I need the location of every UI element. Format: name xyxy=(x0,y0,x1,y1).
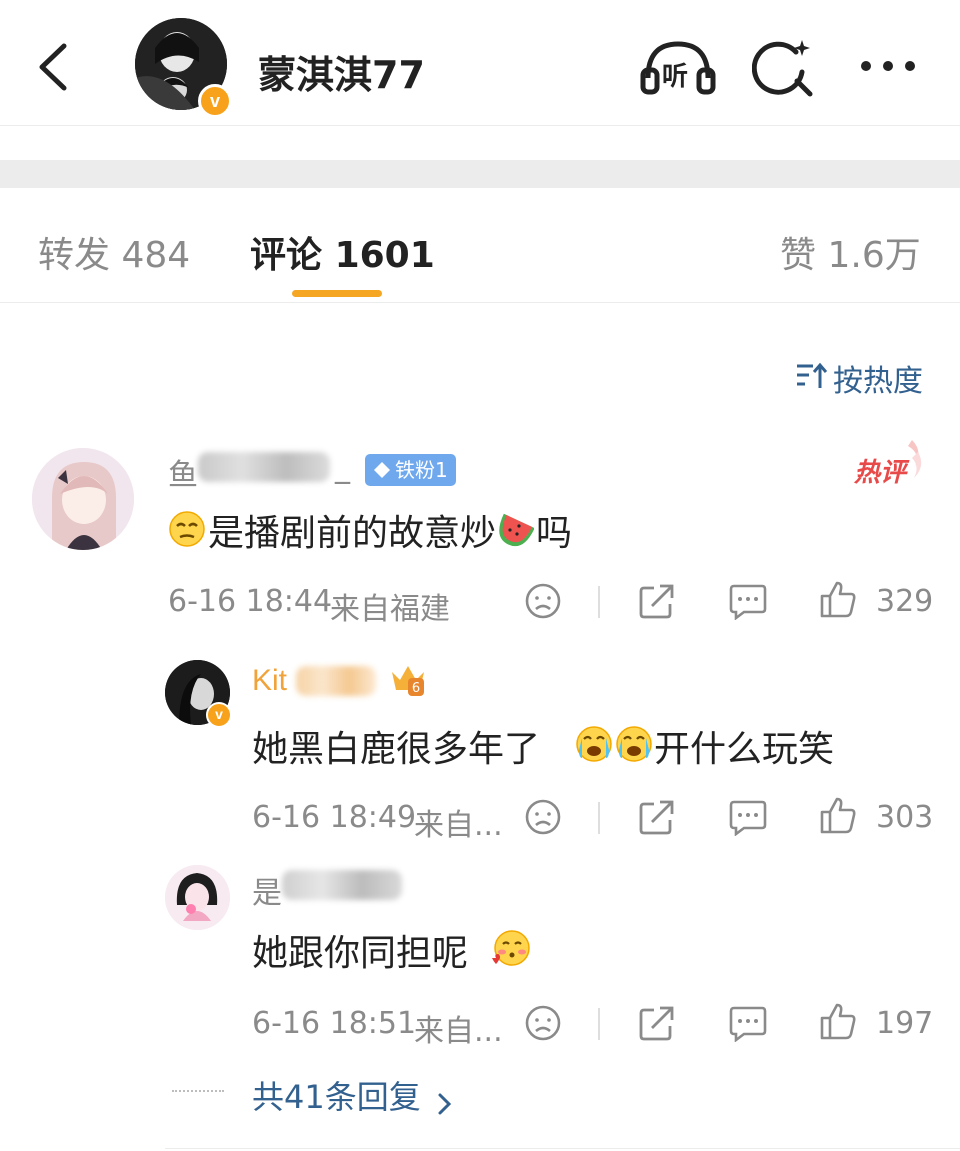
like-count: 303 xyxy=(876,800,934,835)
tab-repost-count: 484 xyxy=(121,235,191,276)
reply-nickname[interactable]: 是 xyxy=(252,868,282,912)
commenter-nickname-visible: 鱼 xyxy=(168,458,198,493)
sort-icon xyxy=(795,362,827,390)
section-gap xyxy=(0,160,960,188)
search-icon[interactable] xyxy=(752,36,816,100)
verified-badge: v xyxy=(206,702,232,728)
reply-icon[interactable] xyxy=(728,582,768,620)
comment-text-main: 是播剧前的故意炒 xyxy=(208,513,497,554)
tab-indicator xyxy=(292,290,382,297)
sort-label: 按热度 xyxy=(833,364,923,399)
more-icon[interactable] xyxy=(858,58,918,74)
reply-nickname[interactable]: Kit xyxy=(252,664,287,698)
action-divider xyxy=(598,802,600,834)
commenter-nickname[interactable]: 鱼 xyxy=(168,450,198,494)
like-icon[interactable] xyxy=(818,796,858,836)
crown-badge-icon: 6 xyxy=(388,658,428,698)
tab-like-count: 1.6万 xyxy=(827,235,921,276)
comment-location: 来自福建 xyxy=(330,592,450,627)
blushing-kiss-emoji-icon xyxy=(492,928,532,968)
crying-emoji-icon xyxy=(574,724,614,764)
watermelon-emoji-icon xyxy=(496,510,534,548)
action-divider xyxy=(598,586,600,618)
dislike-icon[interactable] xyxy=(524,798,562,836)
like-icon[interactable] xyxy=(818,1002,858,1042)
tab-repost-label: 转发 xyxy=(38,235,111,276)
nickname-mosaic xyxy=(282,870,402,900)
tab-comment-label: 评论 xyxy=(250,235,323,276)
tab-like[interactable]: 赞 1.6万 xyxy=(780,226,921,278)
action-divider xyxy=(598,1008,600,1040)
tab-comment[interactable]: 评论 1601 xyxy=(250,226,435,278)
more-replies-dots xyxy=(172,1090,224,1092)
tabs-divider xyxy=(0,302,960,303)
more-replies-link[interactable]: 共41条回复 xyxy=(252,1072,454,1118)
reply-icon[interactable] xyxy=(728,798,768,836)
verified-badge: v xyxy=(198,84,232,118)
hot-comment-label: 热评 xyxy=(854,458,907,488)
listen-label: 听 xyxy=(662,62,689,92)
like-count: 329 xyxy=(876,584,934,619)
thinking-emoji-icon xyxy=(168,510,206,548)
reply-time: 6-16 18:51 xyxy=(252,1006,417,1041)
comment-text-end: 吗 xyxy=(536,513,573,554)
back-icon[interactable] xyxy=(30,40,80,94)
commenter-nickname-tail: _ xyxy=(335,450,350,485)
bottom-divider xyxy=(165,1148,960,1149)
dislike-icon[interactable] xyxy=(524,582,562,620)
share-icon[interactable] xyxy=(638,582,676,620)
tab-repost[interactable]: 转发 484 xyxy=(38,226,190,278)
comment-time: 6-16 18:44 xyxy=(168,584,333,619)
reply-icon[interactable] xyxy=(728,1004,768,1042)
svg-text:6: 6 xyxy=(412,681,420,696)
like-count: 197 xyxy=(876,1006,934,1041)
fan-badge-label: 铁粉1 xyxy=(395,458,448,482)
reply-text-main: 她黑白鹿很多年了 xyxy=(252,729,541,770)
reply-time: 6-16 18:49 xyxy=(252,800,417,835)
hot-comment-tag: 热评 xyxy=(852,438,924,490)
like-icon[interactable] xyxy=(818,580,858,620)
reply-location: 来自... xyxy=(414,1014,503,1049)
nickname-mosaic xyxy=(296,666,376,696)
reply-avatar[interactable] xyxy=(165,865,230,930)
share-icon[interactable] xyxy=(638,798,676,836)
chevron-right-icon xyxy=(436,1091,454,1117)
tab-like-label: 赞 xyxy=(780,235,817,276)
diamond-icon xyxy=(373,461,391,483)
fan-badge: 铁粉1 xyxy=(365,454,456,486)
reply-location: 来自... xyxy=(414,808,503,843)
more-replies-label: 共41条回复 xyxy=(252,1078,421,1116)
commenter-avatar[interactable] xyxy=(32,448,134,550)
share-icon[interactable] xyxy=(638,1004,676,1042)
crying-emoji-icon xyxy=(614,724,654,764)
nickname-mosaic xyxy=(198,452,330,482)
reply-text-main: 她跟你同担呢 xyxy=(252,933,469,974)
author-name[interactable]: 蒙淇淇77 xyxy=(258,44,425,99)
dislike-icon[interactable] xyxy=(524,1004,562,1042)
tab-comment-count: 1601 xyxy=(334,235,435,276)
reply-text-end: 开什么玩笑 xyxy=(654,729,835,770)
